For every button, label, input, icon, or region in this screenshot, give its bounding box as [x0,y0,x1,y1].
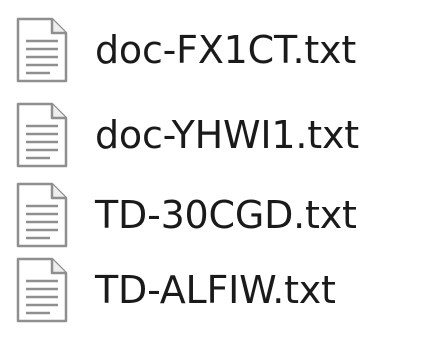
file-item[interactable]: doc-YHWI1.txt [0,100,421,170]
file-list: doc-FX1CT.txt doc-YHWI1.txt TD-30CGD.txt [0,0,421,338]
file-name: TD-ALFIW.txt [95,268,336,312]
text-file-icon [16,17,68,83]
file-item[interactable]: TD-30CGD.txt [0,180,421,250]
file-name: TD-30CGD.txt [95,193,357,237]
file-item[interactable]: doc-FX1CT.txt [0,15,421,85]
file-item[interactable]: TD-ALFIW.txt [0,255,421,325]
text-file-icon [16,102,68,168]
text-file-icon [16,182,68,248]
file-name: doc-FX1CT.txt [95,28,357,72]
file-name: doc-YHWI1.txt [95,113,359,157]
text-file-icon [16,257,68,323]
